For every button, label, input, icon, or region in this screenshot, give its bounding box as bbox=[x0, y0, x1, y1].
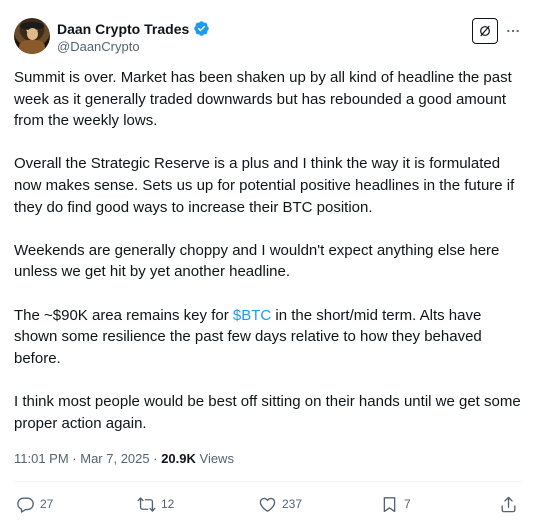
bookmark-count: 7 bbox=[404, 497, 411, 511]
repost-count: 12 bbox=[161, 497, 175, 511]
meta-separator: · bbox=[149, 451, 162, 466]
author-handle[interactable]: @DaanCrypto bbox=[57, 39, 140, 54]
like-count: 237 bbox=[282, 497, 303, 511]
verified-badge-icon[interactable] bbox=[193, 20, 210, 37]
bookmark-icon bbox=[383, 496, 396, 512]
like-button[interactable]: 237 bbox=[258, 492, 302, 516]
tweet-time[interactable]: 11:01 PM bbox=[14, 451, 69, 466]
repost-button[interactable]: 12 bbox=[137, 492, 174, 516]
tweet-header: Daan Crypto Trades @DaanCrypto bbox=[14, 18, 524, 58]
avatar[interactable] bbox=[14, 18, 50, 54]
tweet-text-segment: The ~$90K area remains key for bbox=[14, 306, 233, 324]
tweet-body: Summit is over. Market has been shaken u… bbox=[14, 67, 522, 434]
grok-button[interactable] bbox=[472, 18, 498, 44]
views-count[interactable]: 20.9K bbox=[161, 451, 196, 466]
cashtag-link[interactable]: $BTC bbox=[233, 307, 271, 324]
views-label: Views bbox=[195, 451, 234, 466]
divider bbox=[14, 481, 522, 482]
action-bar: 27 12 237 7 bbox=[14, 492, 522, 516]
reply-icon bbox=[17, 496, 34, 513]
share-button[interactable] bbox=[499, 492, 518, 516]
more-icon[interactable] bbox=[504, 22, 522, 40]
tweet-paragraph: The ~$90K area remains key for $BTC in t… bbox=[14, 305, 522, 370]
tweet-paragraph: Overall the Strategic Reserve is a plus … bbox=[14, 155, 515, 216]
bookmark-button[interactable]: 7 bbox=[380, 492, 411, 516]
tweet-paragraph: I think most people would be best off si… bbox=[14, 392, 521, 432]
heart-icon bbox=[259, 497, 276, 512]
tweet-meta: 11:01 PM · Mar 7, 2025 · 20.9K Views bbox=[14, 451, 234, 466]
reply-button[interactable]: 27 bbox=[16, 492, 53, 516]
tweet-date[interactable]: Mar 7, 2025 bbox=[80, 451, 149, 466]
tweet-paragraph: Weekends are generally choppy and I woul… bbox=[14, 241, 500, 281]
author-name-row: Daan Crypto Trades bbox=[57, 20, 210, 37]
share-icon bbox=[501, 496, 516, 512]
repost-icon bbox=[137, 496, 156, 512]
author-display-name[interactable]: Daan Crypto Trades bbox=[57, 21, 189, 37]
reply-count: 27 bbox=[40, 497, 54, 511]
grok-icon bbox=[480, 25, 490, 37]
meta-separator: · bbox=[68, 451, 81, 466]
tweet-paragraph: Summit is over. Market has been shaken u… bbox=[14, 69, 512, 130]
